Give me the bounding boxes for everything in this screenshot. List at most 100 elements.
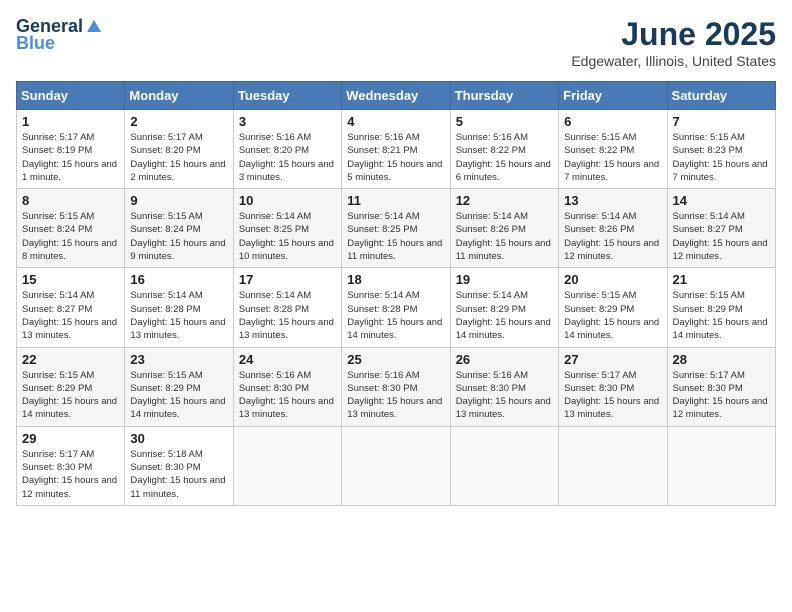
sunrise-text: Sunrise: 5:14 AM bbox=[130, 290, 202, 301]
day-number: 2 bbox=[130, 114, 227, 129]
calendar-header-saturday: Saturday bbox=[667, 82, 775, 110]
calendar-week-row: 22 Sunrise: 5:15 AM Sunset: 8:29 PM Dayl… bbox=[17, 347, 776, 426]
sunset-text: Sunset: 8:26 PM bbox=[456, 224, 526, 235]
day-number: 7 bbox=[673, 114, 770, 129]
calendar-cell: 15 Sunrise: 5:14 AM Sunset: 8:27 PM Dayl… bbox=[17, 268, 125, 347]
sunrise-text: Sunrise: 5:17 AM bbox=[673, 370, 745, 381]
sunrise-text: Sunrise: 5:15 AM bbox=[130, 211, 202, 222]
daylight-text: Daylight: 15 hours and 13 minutes. bbox=[239, 396, 334, 420]
logo: General Blue bbox=[16, 16, 103, 54]
calendar-cell bbox=[667, 426, 775, 505]
calendar-cell: 26 Sunrise: 5:16 AM Sunset: 8:30 PM Dayl… bbox=[450, 347, 558, 426]
day-number: 20 bbox=[564, 272, 661, 287]
daylight-text: Daylight: 15 hours and 10 minutes. bbox=[239, 238, 334, 262]
calendar-cell: 18 Sunrise: 5:14 AM Sunset: 8:28 PM Dayl… bbox=[342, 268, 450, 347]
calendar-cell: 8 Sunrise: 5:15 AM Sunset: 8:24 PM Dayli… bbox=[17, 189, 125, 268]
sunset-text: Sunset: 8:29 PM bbox=[564, 304, 634, 315]
daylight-text: Daylight: 15 hours and 14 minutes. bbox=[347, 317, 442, 341]
sunset-text: Sunset: 8:22 PM bbox=[456, 145, 526, 156]
day-number: 8 bbox=[22, 193, 119, 208]
calendar-cell: 9 Sunrise: 5:15 AM Sunset: 8:24 PM Dayli… bbox=[125, 189, 233, 268]
day-number: 17 bbox=[239, 272, 336, 287]
day-number: 16 bbox=[130, 272, 227, 287]
calendar-cell bbox=[342, 426, 450, 505]
calendar-cell: 22 Sunrise: 5:15 AM Sunset: 8:29 PM Dayl… bbox=[17, 347, 125, 426]
calendar-cell: 5 Sunrise: 5:16 AM Sunset: 8:22 PM Dayli… bbox=[450, 110, 558, 189]
daylight-text: Daylight: 15 hours and 11 minutes. bbox=[456, 238, 551, 262]
calendar-week-row: 8 Sunrise: 5:15 AM Sunset: 8:24 PM Dayli… bbox=[17, 189, 776, 268]
sunset-text: Sunset: 8:30 PM bbox=[456, 383, 526, 394]
daylight-text: Daylight: 15 hours and 12 minutes. bbox=[22, 475, 117, 499]
day-number: 18 bbox=[347, 272, 444, 287]
sunrise-text: Sunrise: 5:16 AM bbox=[239, 370, 311, 381]
daylight-text: Daylight: 15 hours and 13 minutes. bbox=[22, 317, 117, 341]
day-number: 14 bbox=[673, 193, 770, 208]
sunset-text: Sunset: 8:29 PM bbox=[22, 383, 92, 394]
calendar-cell: 16 Sunrise: 5:14 AM Sunset: 8:28 PM Dayl… bbox=[125, 268, 233, 347]
calendar-cell: 29 Sunrise: 5:17 AM Sunset: 8:30 PM Dayl… bbox=[17, 426, 125, 505]
sunset-text: Sunset: 8:30 PM bbox=[673, 383, 743, 394]
calendar-week-row: 29 Sunrise: 5:17 AM Sunset: 8:30 PM Dayl… bbox=[17, 426, 776, 505]
sunrise-text: Sunrise: 5:14 AM bbox=[347, 290, 419, 301]
daylight-text: Daylight: 15 hours and 1 minute. bbox=[22, 159, 117, 183]
day-number: 22 bbox=[22, 352, 119, 367]
daylight-text: Daylight: 15 hours and 7 minutes. bbox=[564, 159, 659, 183]
day-number: 11 bbox=[347, 193, 444, 208]
sunset-text: Sunset: 8:29 PM bbox=[456, 304, 526, 315]
title-area: June 2025 Edgewater, Illinois, United St… bbox=[571, 16, 776, 69]
sunrise-text: Sunrise: 5:16 AM bbox=[347, 370, 419, 381]
calendar-header-sunday: Sunday bbox=[17, 82, 125, 110]
calendar-cell: 7 Sunrise: 5:15 AM Sunset: 8:23 PM Dayli… bbox=[667, 110, 775, 189]
sunrise-text: Sunrise: 5:17 AM bbox=[22, 449, 94, 460]
daylight-text: Daylight: 15 hours and 5 minutes. bbox=[347, 159, 442, 183]
day-number: 28 bbox=[673, 352, 770, 367]
day-number: 24 bbox=[239, 352, 336, 367]
daylight-text: Daylight: 15 hours and 14 minutes. bbox=[564, 317, 659, 341]
calendar-cell: 27 Sunrise: 5:17 AM Sunset: 8:30 PM Dayl… bbox=[559, 347, 667, 426]
sunrise-text: Sunrise: 5:17 AM bbox=[130, 132, 202, 143]
calendar-week-row: 1 Sunrise: 5:17 AM Sunset: 8:19 PM Dayli… bbox=[17, 110, 776, 189]
day-number: 30 bbox=[130, 431, 227, 446]
calendar-header-wednesday: Wednesday bbox=[342, 82, 450, 110]
sunrise-text: Sunrise: 5:15 AM bbox=[22, 370, 94, 381]
logo-blue-text: Blue bbox=[16, 33, 55, 54]
day-number: 27 bbox=[564, 352, 661, 367]
calendar-cell bbox=[559, 426, 667, 505]
sunset-text: Sunset: 8:22 PM bbox=[564, 145, 634, 156]
calendar-cell: 13 Sunrise: 5:14 AM Sunset: 8:26 PM Dayl… bbox=[559, 189, 667, 268]
sunrise-text: Sunrise: 5:15 AM bbox=[22, 211, 94, 222]
sunset-text: Sunset: 8:24 PM bbox=[130, 224, 200, 235]
sunset-text: Sunset: 8:25 PM bbox=[347, 224, 417, 235]
logo-icon bbox=[85, 18, 103, 36]
sunset-text: Sunset: 8:26 PM bbox=[564, 224, 634, 235]
daylight-text: Daylight: 15 hours and 7 minutes. bbox=[673, 159, 768, 183]
day-number: 15 bbox=[22, 272, 119, 287]
daylight-text: Daylight: 15 hours and 8 minutes. bbox=[22, 238, 117, 262]
daylight-text: Daylight: 15 hours and 6 minutes. bbox=[456, 159, 551, 183]
day-number: 23 bbox=[130, 352, 227, 367]
calendar-cell: 28 Sunrise: 5:17 AM Sunset: 8:30 PM Dayl… bbox=[667, 347, 775, 426]
calendar-header-thursday: Thursday bbox=[450, 82, 558, 110]
sunset-text: Sunset: 8:20 PM bbox=[130, 145, 200, 156]
daylight-text: Daylight: 15 hours and 14 minutes. bbox=[456, 317, 551, 341]
calendar-cell: 1 Sunrise: 5:17 AM Sunset: 8:19 PM Dayli… bbox=[17, 110, 125, 189]
calendar-cell: 2 Sunrise: 5:17 AM Sunset: 8:20 PM Dayli… bbox=[125, 110, 233, 189]
daylight-text: Daylight: 15 hours and 12 minutes. bbox=[673, 238, 768, 262]
header: General Blue June 2025 Edgewater, Illino… bbox=[16, 16, 776, 69]
sunrise-text: Sunrise: 5:15 AM bbox=[673, 290, 745, 301]
sunrise-text: Sunrise: 5:16 AM bbox=[456, 132, 528, 143]
day-number: 21 bbox=[673, 272, 770, 287]
daylight-text: Daylight: 15 hours and 14 minutes. bbox=[22, 396, 117, 420]
calendar-cell: 24 Sunrise: 5:16 AM Sunset: 8:30 PM Dayl… bbox=[233, 347, 341, 426]
location-subtitle: Edgewater, Illinois, United States bbox=[571, 53, 776, 69]
day-number: 25 bbox=[347, 352, 444, 367]
sunrise-text: Sunrise: 5:16 AM bbox=[347, 132, 419, 143]
sunrise-text: Sunrise: 5:14 AM bbox=[239, 211, 311, 222]
calendar-table: SundayMondayTuesdayWednesdayThursdayFrid… bbox=[16, 81, 776, 506]
day-number: 4 bbox=[347, 114, 444, 129]
calendar-cell: 17 Sunrise: 5:14 AM Sunset: 8:28 PM Dayl… bbox=[233, 268, 341, 347]
calendar-header-tuesday: Tuesday bbox=[233, 82, 341, 110]
sunset-text: Sunset: 8:28 PM bbox=[239, 304, 309, 315]
sunrise-text: Sunrise: 5:14 AM bbox=[564, 211, 636, 222]
sunrise-text: Sunrise: 5:15 AM bbox=[130, 370, 202, 381]
